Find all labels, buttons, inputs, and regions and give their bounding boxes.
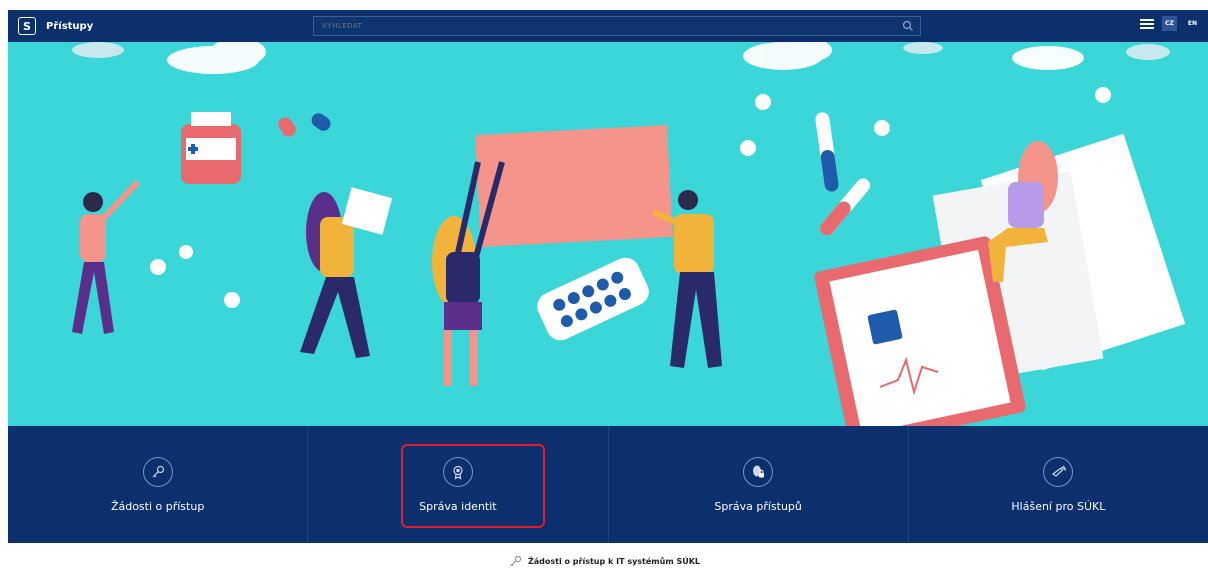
key-icon [142, 457, 173, 487]
tile-label: Správa identit [419, 500, 497, 513]
key-icon [510, 555, 522, 567]
megaphone-icon [1043, 457, 1074, 487]
tile-zadosti-o-pristup[interactable]: Žádosti o přístup [8, 426, 309, 543]
hero-illustration [8, 42, 1208, 426]
tile-label: Správa přístupů [714, 500, 802, 513]
search-icon[interactable] [902, 20, 914, 32]
tiles-panel: Žádosti o přístup Správa identit Správa … [8, 426, 1208, 543]
tile-hlaseni-pro-sukl[interactable]: Hlášení pro SÚKL [909, 426, 1208, 543]
tile-label: Žádosti o přístup [110, 500, 205, 513]
app-logo-icon[interactable]: S [18, 17, 36, 35]
footer-text[interactable]: Žádosti o přístup k IT systémům SÚKL [528, 557, 700, 566]
search-box[interactable] [313, 16, 921, 36]
top-navbar: S Přístupy CZ EN [8, 10, 1208, 42]
menu-icon[interactable] [1140, 18, 1155, 29]
footer-link[interactable]: Žádosti o přístup k IT systémům SÚKL [0, 555, 1208, 567]
lang-cz-button[interactable]: CZ [1162, 16, 1177, 31]
app-title[interactable]: Přístupy [46, 21, 93, 32]
tile-label: Hlášení pro SÚKL [1011, 500, 1106, 513]
lang-en-button[interactable]: EN [1185, 16, 1200, 31]
hero-image [72, 42, 1186, 426]
fingerprint-lock-icon [743, 457, 774, 487]
search-input[interactable] [314, 22, 874, 30]
tile-sprava-pristupu[interactable]: Správa přístupů [609, 426, 909, 543]
badge-icon [442, 457, 473, 487]
tile-sprava-identit[interactable]: Správa identit [308, 426, 609, 543]
